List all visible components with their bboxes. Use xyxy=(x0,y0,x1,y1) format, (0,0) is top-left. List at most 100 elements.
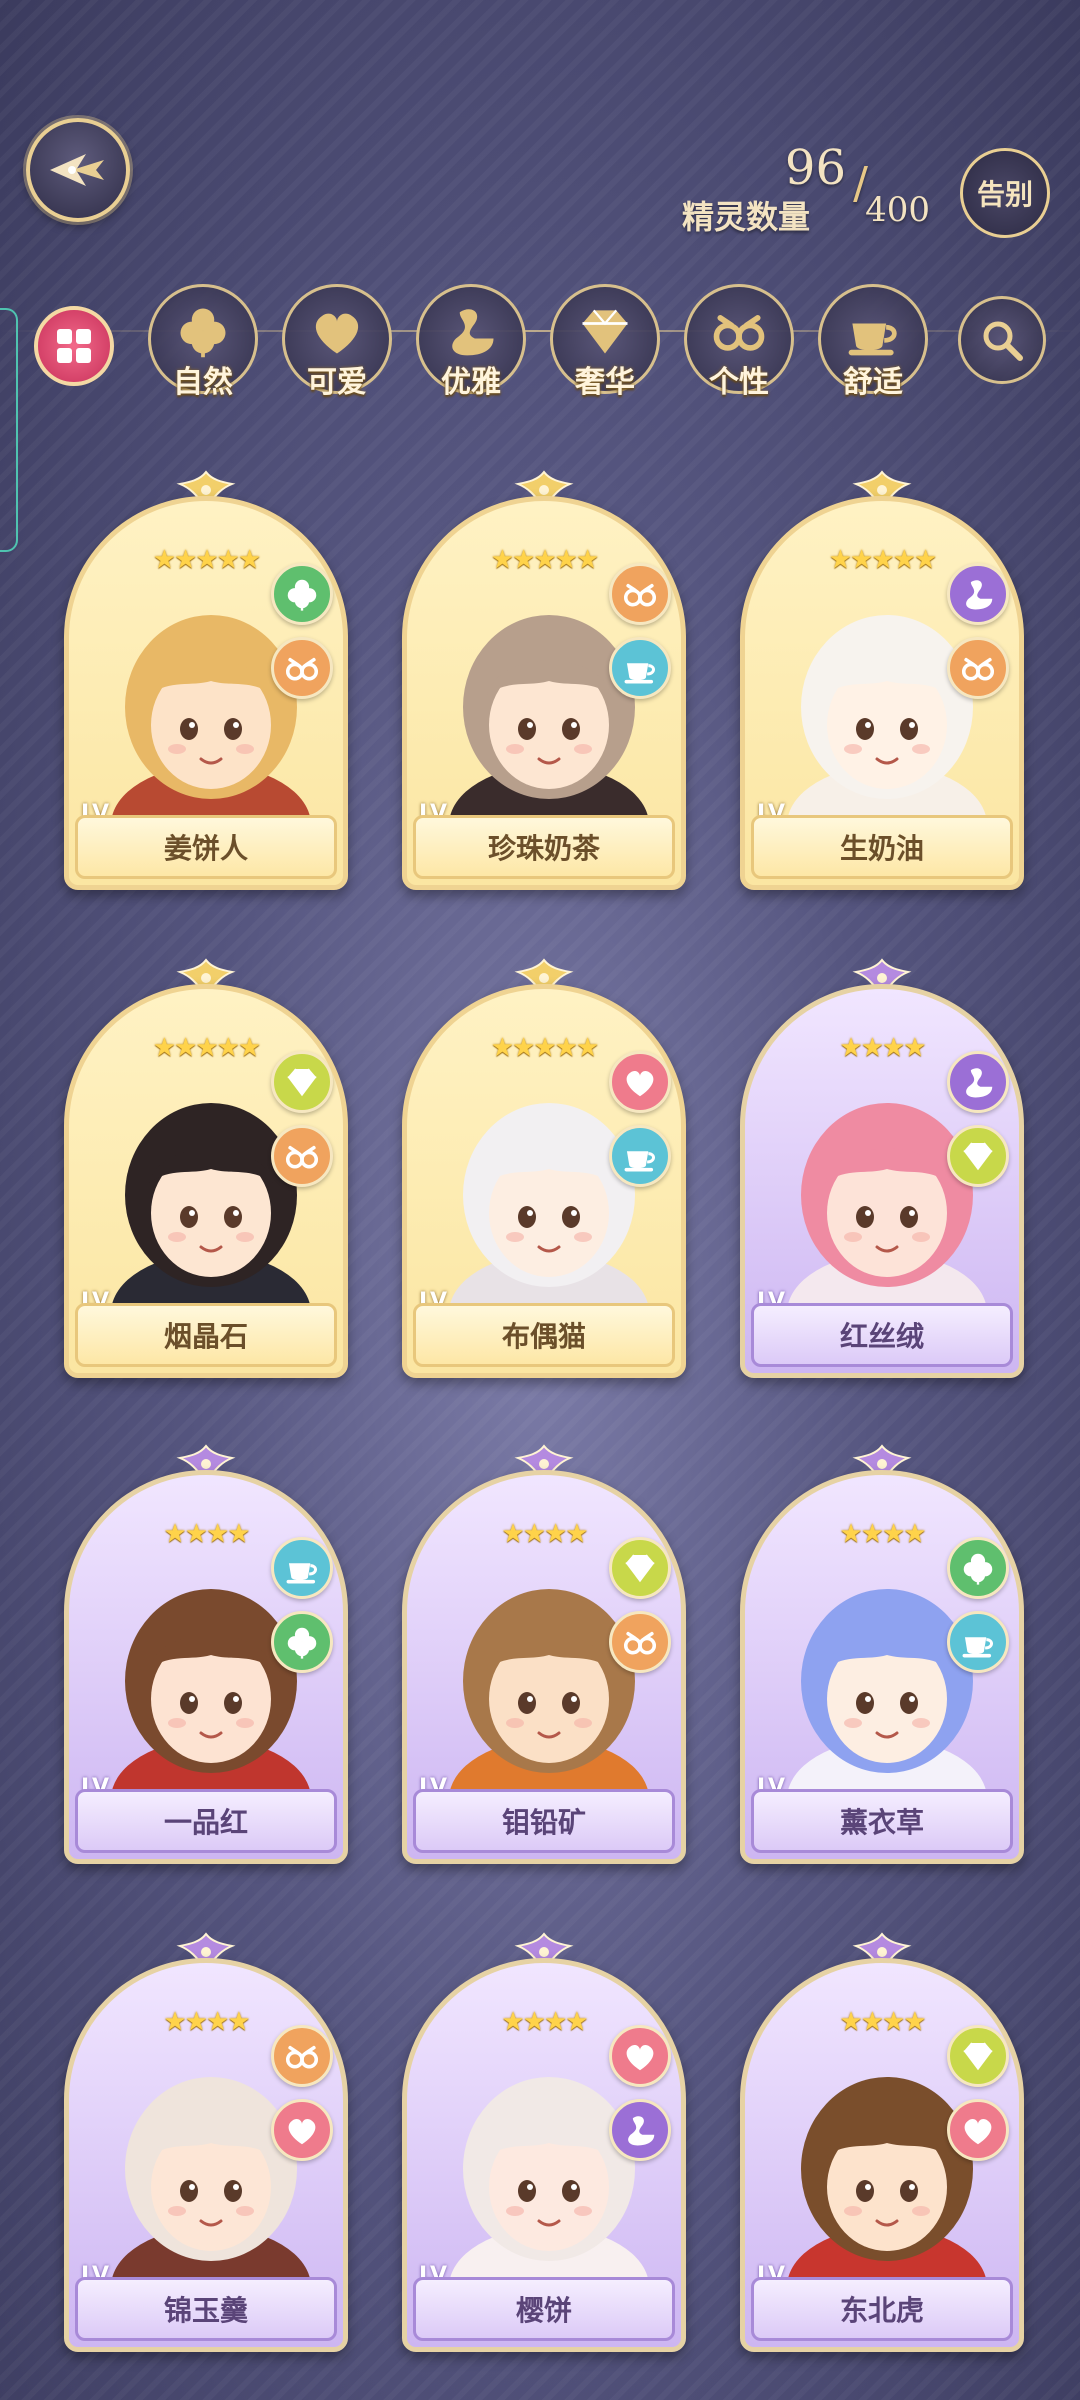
clover-icon xyxy=(271,1611,333,1673)
teacup-icon xyxy=(271,1537,333,1599)
filter-label: 奢华 xyxy=(575,365,635,400)
spirit-card-frame: ★★★★ LV 50 红丝绒 xyxy=(740,984,1024,1378)
star-rating: ★★★★ xyxy=(163,1519,250,1549)
search-button[interactable] xyxy=(958,296,1046,384)
star-rating: ★★★★ xyxy=(839,2007,926,2037)
filter-elegant-button[interactable]: 优雅 xyxy=(416,284,526,400)
filter-comfort-button[interactable]: 舒适 xyxy=(818,284,928,400)
filter-cute-button[interactable]: 可爱 xyxy=(282,284,392,400)
spirit-name: 烟晶石 xyxy=(75,1303,337,1367)
spirit-card[interactable]: ★★★★ LV 41 锦玉羹 xyxy=(64,1932,348,2352)
spirit-card[interactable]: ★★★★ LV 41 樱饼 xyxy=(402,1932,686,2352)
teacup-icon xyxy=(947,1611,1009,1673)
spirit-card-frame: ★★★★ LV 47 钼铅矿 xyxy=(402,1470,686,1864)
spirit-card-frame: ★★★★ LV 49 一品红 xyxy=(64,1470,348,1864)
search-icon xyxy=(983,321,1023,361)
filter-luxury-button[interactable]: 奢华 xyxy=(550,284,660,400)
star-rating: ★★★★ xyxy=(839,1519,926,1549)
filter-label: 优雅 xyxy=(441,365,501,400)
spirit-card[interactable]: ★★★★ LV 47 薰衣草 xyxy=(740,1444,1024,1864)
clover-icon xyxy=(173,301,233,365)
side-drawer-tab[interactable] xyxy=(0,308,18,552)
filter-label: 个性 xyxy=(709,365,769,400)
clover-icon xyxy=(947,1537,1009,1599)
heart-icon xyxy=(271,2099,333,2161)
back-arrow-icon xyxy=(50,154,104,186)
spirit-card-frame: ★★★★★ LV 1 生奶油 xyxy=(740,496,1024,890)
spirit-count-label: 精灵数量 xyxy=(681,198,810,236)
spirit-card[interactable]: ★★★★ LV 50 红丝绒 xyxy=(740,958,1024,1378)
filter-label: 可爱 xyxy=(307,365,367,400)
glasses-icon xyxy=(271,1125,333,1187)
heart-icon xyxy=(609,1051,671,1113)
swan-icon xyxy=(947,1051,1009,1113)
swan-icon xyxy=(947,563,1009,625)
farewell-button-label: 告别 xyxy=(976,178,1033,211)
spirit-card-frame: ★★★★★ LV 1 烟晶石 xyxy=(64,984,348,1378)
spirit-card[interactable]: ★★★★ LV 47 钼铅矿 xyxy=(402,1444,686,1864)
spirit-name: 薰衣草 xyxy=(751,1789,1013,1853)
farewell-button[interactable]: 告别 xyxy=(960,148,1050,238)
glasses-icon xyxy=(947,637,1009,699)
spirit-name: 红丝绒 xyxy=(751,1303,1013,1367)
spirit-name: 锦玉羹 xyxy=(75,2277,337,2341)
star-rating: ★★★★ xyxy=(501,2007,588,2037)
star-rating: ★★★★★ xyxy=(152,1033,262,1063)
grid-icon xyxy=(57,329,91,363)
spirit-count-max: 400 xyxy=(865,190,930,230)
filter-label: 自然 xyxy=(173,365,233,400)
spirit-name: 东北虎 xyxy=(751,2277,1013,2341)
heart-icon xyxy=(947,2099,1009,2161)
star-rating: ★★★★ xyxy=(501,1519,588,1549)
swan-icon xyxy=(441,301,501,365)
star-rating: ★★★★★ xyxy=(152,545,262,575)
star-rating: ★★★★★ xyxy=(828,545,938,575)
spirit-card-frame: ★★★★★ LV 25 姜饼人 xyxy=(64,496,348,890)
spirit-name: 樱饼 xyxy=(413,2277,675,2341)
glasses-icon xyxy=(709,301,769,365)
diamond-icon xyxy=(271,1051,333,1113)
spirit-card-frame: ★★★★ LV 47 薰衣草 xyxy=(740,1470,1024,1864)
spirit-card[interactable]: ★★★★★ LV 16 珍珠奶茶 xyxy=(402,470,686,890)
diamond-icon xyxy=(609,1537,671,1599)
spirit-name: 珍珠奶茶 xyxy=(413,815,675,879)
spirit-name: 钼铅矿 xyxy=(413,1789,675,1853)
glasses-icon xyxy=(271,2025,333,2087)
star-rating: ★★★★★ xyxy=(490,545,600,575)
spirit-card[interactable]: ★★★★ LV 49 一品红 xyxy=(64,1444,348,1864)
swan-icon xyxy=(609,2099,671,2161)
teacup-icon xyxy=(609,1125,671,1187)
spirit-name: 姜饼人 xyxy=(75,815,337,879)
teacup-icon xyxy=(609,637,671,699)
spirit-name: 一品红 xyxy=(75,1789,337,1853)
heart-icon xyxy=(307,301,367,365)
glasses-icon xyxy=(609,1611,671,1673)
spirit-card-frame: ★★★★ LV 41 樱饼 xyxy=(402,1958,686,2352)
heart-icon xyxy=(609,2025,671,2087)
back-button[interactable] xyxy=(26,118,130,222)
diamond-icon xyxy=(947,1125,1009,1187)
spirit-card-frame: ★★★★★ LV 16 珍珠奶茶 xyxy=(402,496,686,890)
glasses-icon xyxy=(271,637,333,699)
filter-all-button[interactable] xyxy=(34,306,114,386)
teacup-icon xyxy=(843,301,903,365)
spirit-card[interactable]: ★★★★★ LV 1 生奶油 xyxy=(740,470,1024,890)
spirit-card[interactable]: ★★★★★ LV 1 布偶猫 xyxy=(402,958,686,1378)
diamond-icon xyxy=(947,2025,1009,2087)
star-rating: ★★★★★ xyxy=(490,1033,600,1063)
spirit-card[interactable]: ★★★★ LV 40 东北虎 xyxy=(740,1932,1024,2352)
spirit-card-frame: ★★★★ LV 40 东北虎 xyxy=(740,1958,1024,2352)
spirit-card-frame: ★★★★★ LV 1 布偶猫 xyxy=(402,984,686,1378)
star-rating: ★★★★ xyxy=(839,1033,926,1063)
filter-personality-button[interactable]: 个性 xyxy=(684,284,794,400)
star-rating: ★★★★ xyxy=(163,2007,250,2037)
spirit-card-frame: ★★★★ LV 41 锦玉羹 xyxy=(64,1958,348,2352)
glasses-icon xyxy=(609,563,671,625)
spirit-card[interactable]: ★★★★★ LV 25 姜饼人 xyxy=(64,470,348,890)
spirit-count-current: 96 xyxy=(784,140,846,196)
clover-icon xyxy=(271,563,333,625)
spirit-card[interactable]: ★★★★★ LV 1 烟晶石 xyxy=(64,958,348,1378)
filter-nature-button[interactable]: 自然 xyxy=(148,284,258,400)
spirit-name: 布偶猫 xyxy=(413,1303,675,1367)
spirit-name: 生奶油 xyxy=(751,815,1013,879)
